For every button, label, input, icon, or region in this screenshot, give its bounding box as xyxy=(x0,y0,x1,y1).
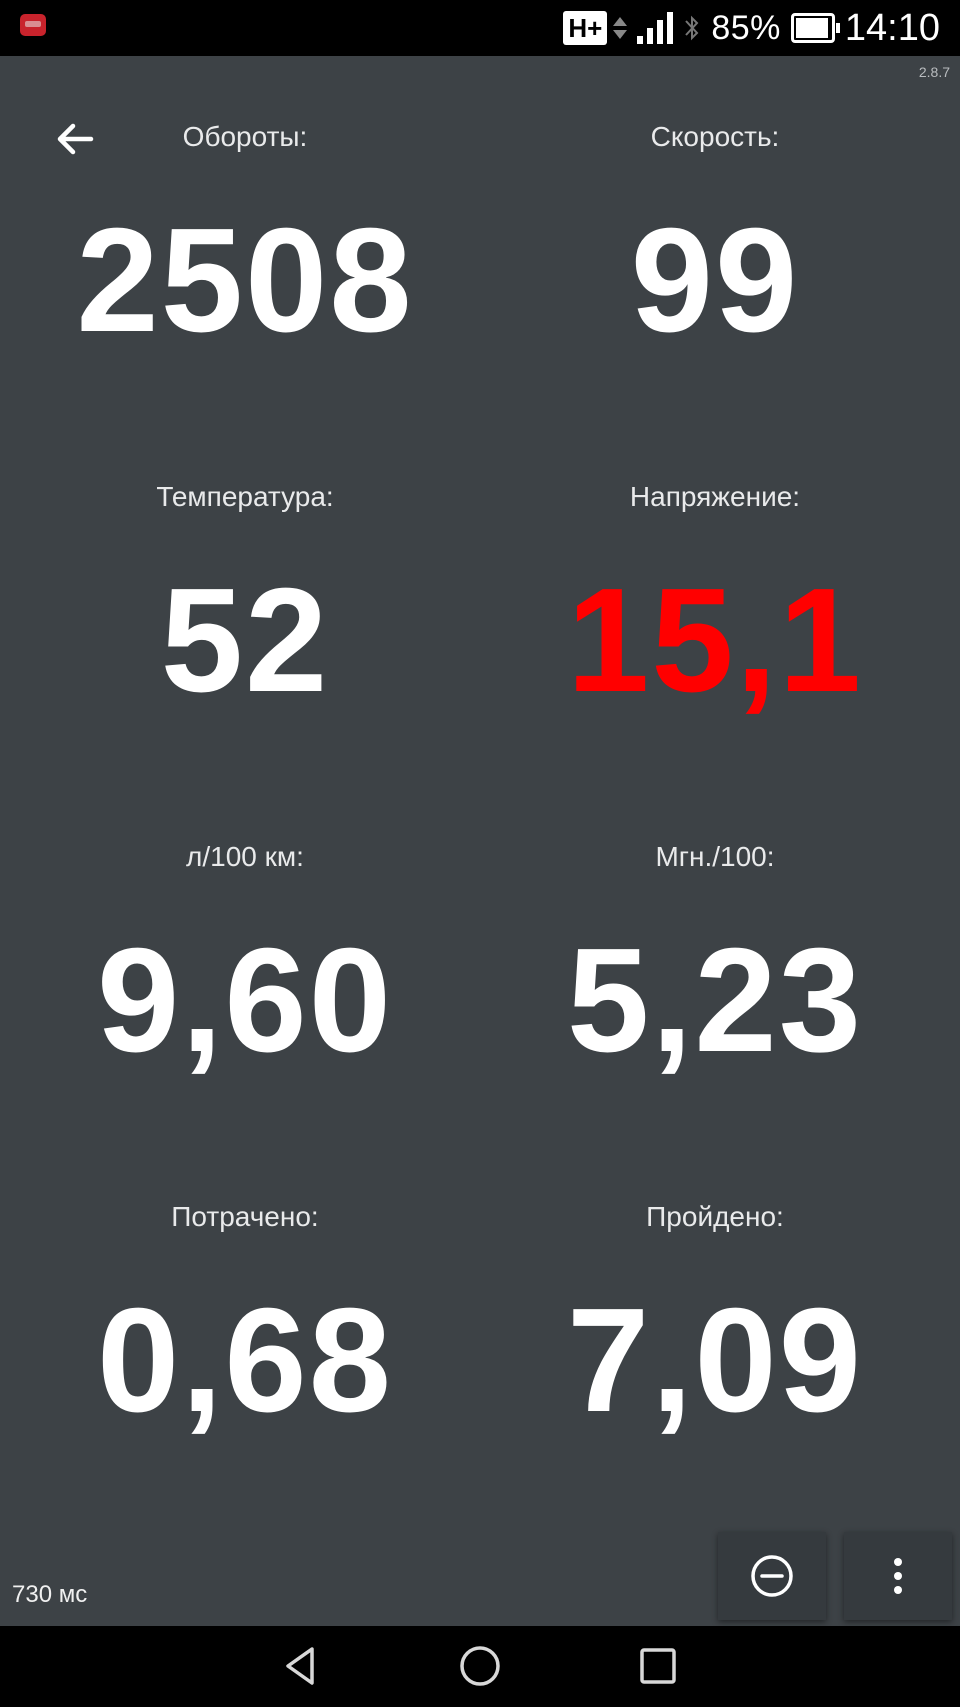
more-options-button[interactable] xyxy=(844,1532,952,1620)
app-version: 2.8.7 xyxy=(918,64,950,80)
metric-label: Обороты: xyxy=(182,121,308,152)
more-vertical-icon xyxy=(894,1558,902,1594)
metric-rpm: Обороты: 2508 xyxy=(5,119,485,361)
metric-value: 5,23 xyxy=(566,918,864,1083)
network-type-badge: H+ xyxy=(563,11,608,45)
dashboard: 2.8.7 Обороты: 2508 Скорость: 99 Темпера… xyxy=(0,56,960,1626)
metric-value-warning: 15,1 xyxy=(566,558,864,723)
status-bar: H+ 85% 14:10 xyxy=(0,0,960,56)
app-notification-icon xyxy=(20,14,46,36)
nav-home-button[interactable] xyxy=(454,1640,506,1692)
metric-avg-consumption: л/100 км: 9,60 xyxy=(5,839,485,1081)
bluetooth-icon xyxy=(683,13,701,43)
latency-readout: 730 мс xyxy=(12,1581,88,1608)
metric-instant-consumption: Мгн./100: 5,23 xyxy=(475,839,955,1081)
metric-label: Температура: xyxy=(156,481,334,512)
metric-distance: Пройдено: 7,09 xyxy=(475,1199,955,1441)
nav-back-button[interactable] xyxy=(276,1640,328,1692)
metric-temperature: Температура: 52 xyxy=(5,479,485,721)
metric-value: 52 xyxy=(160,558,330,723)
nav-home-icon xyxy=(460,1646,500,1686)
metric-voltage: Напряжение: 15,1 xyxy=(475,479,955,721)
metric-label: Напряжение: xyxy=(629,481,801,512)
metric-label: Мгн./100: xyxy=(655,841,775,872)
metric-value: 0,68 xyxy=(96,1278,394,1443)
metric-value: 99 xyxy=(630,198,800,363)
metric-value: 9,60 xyxy=(96,918,394,1083)
battery-percent: 85% xyxy=(711,8,781,47)
nav-recent-button[interactable] xyxy=(632,1640,684,1692)
clock: 14:10 xyxy=(844,6,940,49)
battery-icon xyxy=(790,13,840,43)
nav-recent-icon xyxy=(640,1648,676,1684)
metric-label: Потрачено: xyxy=(171,1201,319,1232)
metric-speed: Скорость: 99 xyxy=(475,119,955,361)
metric-label: л/100 км: xyxy=(186,841,304,872)
data-arrows-icon xyxy=(613,17,628,39)
metric-fuel-spent: Потрачено: 0,68 xyxy=(5,1199,485,1441)
nav-back-icon xyxy=(286,1647,314,1685)
status-icons: H+ 85% 14:10 xyxy=(563,6,940,50)
metric-value: 7,09 xyxy=(566,1278,864,1443)
metric-label: Пройдено: xyxy=(646,1201,784,1232)
minus-circle-icon xyxy=(751,1555,793,1597)
metric-value: 2508 xyxy=(76,198,414,363)
screen: H+ 85% 14:10 2.8.7 Обороты: 2508 Скорост… xyxy=(0,0,960,1707)
remove-button[interactable] xyxy=(718,1532,826,1620)
signal-icon xyxy=(637,12,674,44)
navigation-bar xyxy=(0,1626,960,1707)
metric-label: Скорость: xyxy=(650,121,780,152)
